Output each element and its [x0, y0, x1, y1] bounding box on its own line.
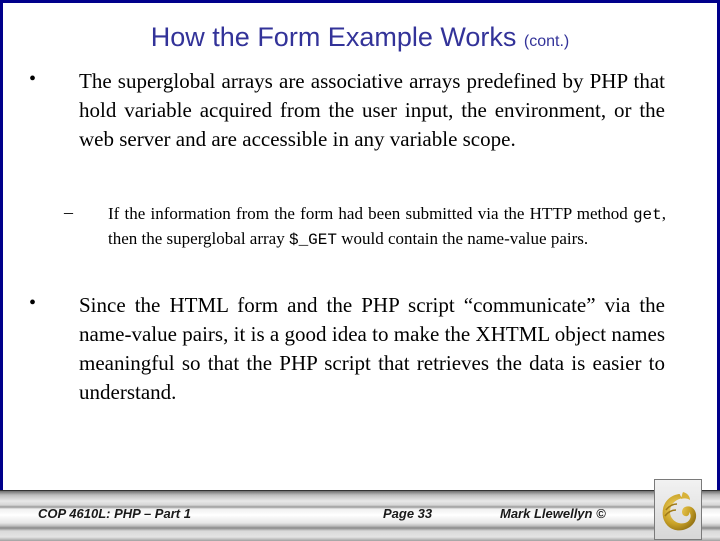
footer-author: Mark Llewellyn © — [500, 506, 606, 521]
sub-bullet-text-part: If the information from the form had bee… — [108, 204, 633, 223]
bullet-marker: • — [29, 68, 37, 90]
sub-bullet-text-part: would contain the name-value pairs. — [336, 229, 589, 248]
sub-bullet-text: If the information from the form had bee… — [108, 202, 666, 252]
ucf-pegasus-logo-icon — [662, 492, 697, 531]
logo-box — [654, 479, 702, 540]
code-get: get — [632, 206, 662, 224]
slide-title: How the Form Example Works (cont.) — [0, 22, 720, 53]
bullet-text: Since the HTML form and the PHP script “… — [79, 293, 665, 404]
footer-course: COP 4610L: PHP – Part 1 — [38, 506, 191, 521]
bullet-text: The superglobal arrays are associative a… — [79, 69, 665, 151]
code-get-array: $_GET — [288, 231, 337, 249]
slide-title-main: How the Form Example Works — [150, 22, 517, 52]
slide-title-suffix: (cont.) — [523, 33, 570, 50]
sub-bullet-marker: – — [64, 202, 73, 222]
slide: How the Form Example Works (cont.) • The… — [0, 0, 720, 541]
bullet-marker: • — [29, 292, 37, 314]
footer-page-number: Page 33 — [383, 506, 433, 521]
